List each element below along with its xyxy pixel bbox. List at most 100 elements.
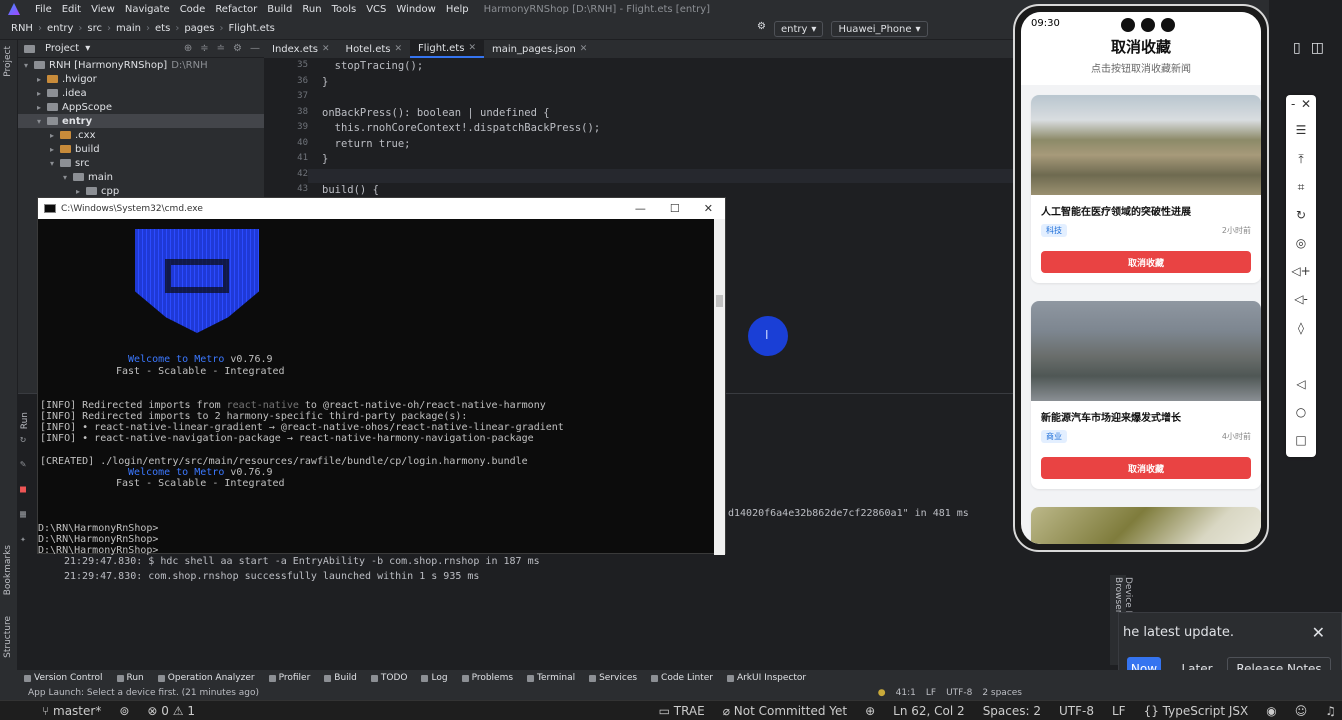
menu-run[interactable]: Run [297,4,326,15]
project-tool-tab[interactable]: Project [3,46,13,77]
pin-top-icon[interactable]: ⤒ [1286,152,1316,167]
back-icon[interactable]: ◁ [1286,377,1316,391]
spaces-setting[interactable]: Spaces: 2 [977,704,1047,718]
zoom-icon[interactable]: ⊕ [859,704,881,718]
tool-arkui-inspector[interactable]: ArkUI Inspector [726,673,806,683]
language-mode[interactable]: {} TypeScript JSX [1138,704,1255,718]
tool-todo[interactable]: TODO [370,673,407,683]
close-icon[interactable]: ✕ [395,44,403,54]
home-icon[interactable]: ○ [1286,405,1316,419]
status-message[interactable]: App Launch: Select a device first. (21 m… [28,688,259,698]
menu-file[interactable]: File [30,4,57,15]
chevron-down-icon[interactable]: ▾ [37,117,47,126]
tab-main-pages-json[interactable]: main_pages.json ✕ [484,40,595,58]
file-encoding[interactable]: UTF-8 [946,688,972,698]
menu-icon[interactable]: ☰ [1286,123,1316,137]
cancel-favorite-button[interactable]: 取消收藏 [1041,457,1251,479]
device-selector[interactable]: Huawei_Phone ▾ [831,21,928,37]
chevron-right-icon[interactable]: ▸ [37,89,47,98]
tree-item[interactable]: ▸ .hvigor [18,72,264,86]
notifications-icon[interactable]: ♫ [1319,704,1342,718]
indent-setting[interactable]: 2 spaces [982,688,1022,698]
tool-log[interactable]: Log [421,673,448,683]
chevron-right-icon[interactable]: ▸ [50,131,60,140]
expand-all-icon[interactable]: ≑ [200,43,208,54]
breadcrumb-entry[interactable]: entry [44,23,76,34]
copilot-icon[interactable]: ◉ [1260,704,1282,718]
tool-profiler[interactable]: Profiler [268,673,310,683]
tree-item[interactable]: ▾ main [18,170,264,184]
project-panel-title[interactable]: Project [45,43,79,54]
menu-refactor[interactable]: Refactor [210,4,262,15]
menu-window[interactable]: Window [391,4,440,15]
gear-icon[interactable]: ⚙ [233,43,242,54]
close-icon[interactable]: ✕ [322,44,330,54]
cursor-position[interactable]: 41:1 [896,688,916,698]
tree-item[interactable]: ▸ .cxx [18,128,264,142]
cmd-output[interactable]: Welcome to Metro v0.76.9 Fast - Scalable… [38,219,725,556]
tool-code-linter[interactable]: Code Linter [651,673,713,683]
close-icon[interactable]: ✕ [1286,97,1316,111]
line-separator[interactable]: LF [926,688,936,698]
memory-indicator-icon[interactable]: ● [878,688,886,698]
location-icon[interactable]: ◎ [1286,236,1316,250]
git-branch[interactable]: ⑂ master* [36,704,107,718]
tree-item[interactable]: ▾ entry [18,114,264,128]
chevron-down-icon[interactable]: ▾ [24,61,34,70]
crop-icon[interactable]: ⌗ [1286,180,1316,195]
volume-up-icon[interactable]: ◁+ [1286,264,1316,278]
trae-status[interactable]: ▭ TRAE [653,704,711,718]
settings-gear-icon[interactable]: ⚙ [757,21,766,37]
line-col[interactable]: Ln 62, Col 2 [887,704,971,718]
scrollbar-thumb[interactable] [716,295,723,307]
tool-run[interactable]: Run [116,673,144,683]
sync-icon[interactable]: ⊚ [113,704,135,718]
tree-item[interactable]: ▸ build [18,142,264,156]
tab-flight-ets[interactable]: Flight.ets ✕ [410,40,484,58]
menu-help[interactable]: Help [441,4,474,15]
volume-down-icon[interactable]: ◁- [1286,292,1316,306]
eol-setting[interactable]: LF [1106,704,1132,718]
tree-item[interactable]: ▸ cpp [18,184,264,198]
phone-icon[interactable]: ▯ [1293,40,1301,56]
tool-build[interactable]: Build [324,673,357,683]
tab-index-ets[interactable]: Index.ets ✕ [264,40,338,58]
layout-icon[interactable]: ▦ [20,509,26,520]
cancel-favorite-button[interactable]: 取消收藏 [1041,251,1251,273]
locate-icon[interactable]: ⊕ [184,43,192,54]
bookmarks-tool-tab[interactable]: Bookmarks [3,545,13,595]
breadcrumb-rnh[interactable]: RNH [8,23,36,34]
menu-code[interactable]: Code [175,4,211,15]
tool-operation-analyzer[interactable]: Operation Analyzer [157,673,255,683]
module-selector[interactable]: entry ▾ [773,21,824,37]
encoding-setting[interactable]: UTF-8 [1053,704,1100,718]
close-icon[interactable]: ✕ [468,43,476,53]
cmd-scrollbar[interactable] [714,219,725,555]
tool-version-control[interactable]: Version Control [24,673,103,683]
tab-hotel-ets[interactable]: Hotel.ets ✕ [338,40,411,58]
run-tool-tab[interactable]: Run [20,412,30,429]
wrench-icon[interactable]: ✎ [20,459,26,470]
breadcrumb-ets[interactable]: ets [152,23,173,34]
tool-terminal[interactable]: Terminal [527,673,575,683]
recents-icon[interactable]: □ [1286,433,1316,447]
split-view-icon[interactable]: ◫ [1311,40,1324,56]
chevron-down-icon[interactable]: ▾ [63,173,73,182]
close-icon[interactable]: ✕ [1312,623,1325,642]
close-icon[interactable]: ✕ [580,44,588,54]
chevron-down-icon[interactable]: ▾ [85,43,90,54]
close-icon[interactable]: ✕ [704,202,713,215]
news-card[interactable] [1031,507,1261,544]
shake-icon[interactable]: ◊ [1286,321,1316,335]
menu-edit[interactable]: Edit [57,4,86,15]
breadcrumb-main[interactable]: main [113,23,144,34]
menu-view[interactable]: View [86,4,120,15]
rerun-icon[interactable]: ↻ [20,434,26,445]
tool-services[interactable]: Services [589,673,637,683]
menu-tools[interactable]: Tools [327,4,362,15]
cmd-title-bar[interactable]: C:\Windows\System32\cmd.exe — ☐ ✕ [38,198,725,219]
structure-tool-tab[interactable]: Structure [3,616,13,658]
stop-icon[interactable]: ■ [20,484,26,495]
menu-navigate[interactable]: Navigate [120,4,175,15]
minimize-icon[interactable]: — [635,202,646,215]
